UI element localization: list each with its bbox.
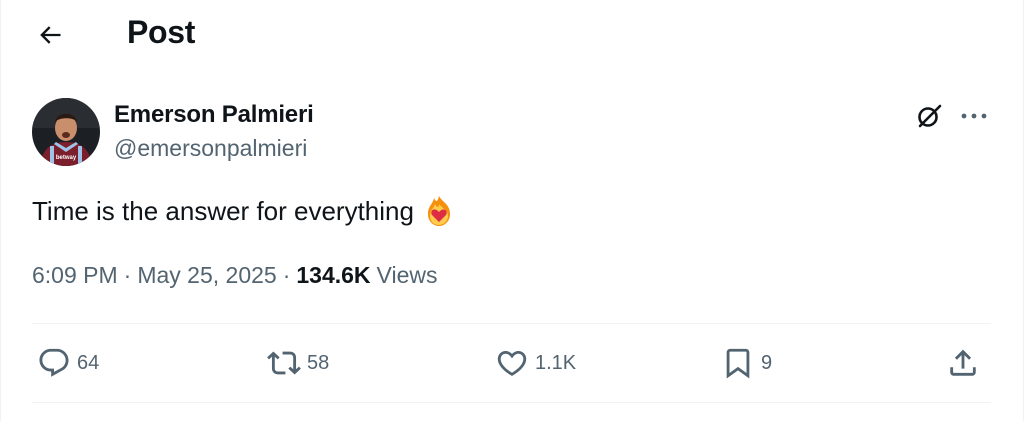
reply-icon xyxy=(39,348,69,377)
more-options-button[interactable] xyxy=(956,100,992,132)
post-timestamp[interactable]: 6:09 PM xyxy=(32,262,118,289)
bookmark-button[interactable]: 9 xyxy=(721,344,772,382)
post-text: Time is the answer for everything xyxy=(32,194,456,228)
grok-button[interactable] xyxy=(913,100,945,132)
heart-on-fire-emoji xyxy=(422,194,456,228)
repost-button[interactable]: 58 xyxy=(267,344,329,382)
page-title: Post xyxy=(127,14,196,50)
avatar[interactable]: betway xyxy=(32,98,100,166)
divider xyxy=(32,402,991,403)
back-button[interactable] xyxy=(31,16,69,54)
repost-count: 58 xyxy=(307,351,330,374)
share-button[interactable] xyxy=(946,344,980,382)
author-handle[interactable]: @emersonpalmieri xyxy=(114,135,307,162)
avatar-image: betway xyxy=(32,98,100,166)
heart-icon xyxy=(497,350,527,376)
author-name[interactable]: Emerson Palmieri xyxy=(114,101,314,129)
meta-separator: · xyxy=(123,262,132,288)
grok-icon xyxy=(918,104,942,128)
post-meta: 6:09 PM · May 25, 2025 · 134.6K Views xyxy=(32,262,437,289)
divider xyxy=(32,323,991,324)
post-date[interactable]: May 25, 2025 xyxy=(137,262,276,289)
more-horizontal-icon xyxy=(961,113,987,119)
reply-count: 64 xyxy=(77,351,100,374)
reply-button[interactable]: 64 xyxy=(37,344,99,382)
bookmark-count: 9 xyxy=(761,351,773,374)
repost-icon xyxy=(267,351,301,375)
bookmark-icon xyxy=(726,348,750,379)
post-page: Post betway Emerson Palmieri @emersonpal… xyxy=(0,0,1024,421)
like-count: 1.1K xyxy=(535,351,577,374)
meta-separator: · xyxy=(282,262,291,288)
views-label: Views xyxy=(376,262,438,288)
post-text-content: Time is the answer for everything xyxy=(32,196,414,226)
share-icon xyxy=(950,349,976,376)
arrow-left-icon xyxy=(40,26,61,44)
avatar-shirt-text: betway xyxy=(56,155,77,161)
like-button[interactable]: 1.1K xyxy=(495,344,576,382)
views-count: 134.6K xyxy=(296,262,371,288)
